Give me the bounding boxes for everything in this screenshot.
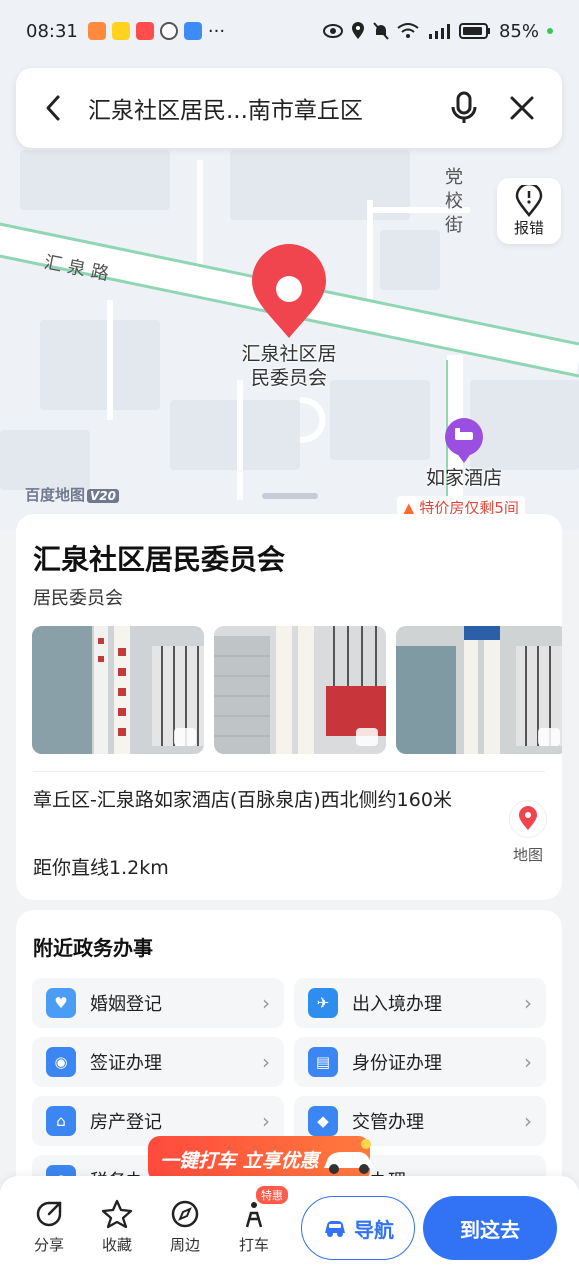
- taxi-discount-badge: 特惠: [256, 1186, 288, 1204]
- selected-place-label: 汇泉社区居 民委员会: [241, 343, 337, 389]
- notification-icons: ···: [87, 20, 226, 42]
- sheet-drag-handle[interactable]: [262, 493, 318, 499]
- car-icon: [324, 1139, 374, 1174]
- place-photo[interactable]: [396, 626, 562, 754]
- app-notification-icon: [159, 22, 178, 40]
- app-notification-icon: [87, 22, 106, 40]
- search-bar[interactable]: 汇泉社区居民...南市章丘区: [16, 68, 562, 148]
- nearby-button[interactable]: 周边: [155, 1196, 215, 1255]
- traffic-icon: ◆: [308, 1106, 338, 1136]
- service-exit-entry[interactable]: ✈ 出入境办理 ›: [294, 978, 546, 1028]
- map-logo-version: V20: [87, 489, 120, 503]
- battery-percent: 85%: [498, 20, 539, 42]
- app-notification-icon: [135, 22, 154, 40]
- status-bar: 08:31 ··· 85%: [0, 0, 579, 62]
- go-there-label: 到这去: [460, 1217, 520, 1242]
- taxi-label: 打车: [238, 1236, 269, 1254]
- house-icon: ⌂: [46, 1106, 76, 1136]
- taxi-promo-text: 一键打车 立享优惠: [160, 1149, 319, 1172]
- place-detail-card: 汇泉社区居民委员会 居民委员会 章丘区-汇泉路如家酒店(百脉泉店)西北侧约160…: [16, 514, 562, 900]
- service-label: 婚姻登记: [90, 994, 162, 1015]
- search-query[interactable]: 汇泉社区居民...南市章丘区: [88, 91, 424, 125]
- meituan-icon: [111, 22, 130, 40]
- share-icon: [36, 1201, 62, 1227]
- place-distance: 距你直线1.2km: [33, 857, 169, 879]
- image-icon: [538, 728, 560, 746]
- place-category: 居民委员会: [33, 588, 123, 609]
- service-label: 出入境办理: [352, 994, 442, 1015]
- chevron-right-icon: ›: [262, 1109, 270, 1133]
- id-card-icon: ▤: [308, 1047, 338, 1077]
- hotel-label[interactable]: 如家酒店: [410, 466, 518, 490]
- close-button[interactable]: [504, 90, 540, 126]
- share-label: 分享: [33, 1236, 64, 1254]
- star-icon: [101, 1199, 133, 1229]
- mute-bell-icon: [373, 22, 389, 40]
- report-error-button[interactable]: 报错: [497, 178, 561, 244]
- pin-report-icon: [515, 184, 543, 217]
- back-button[interactable]: [38, 93, 68, 123]
- close-icon: [510, 96, 534, 120]
- share-button[interactable]: 分享: [19, 1196, 79, 1255]
- arrow-left-icon: [46, 95, 60, 121]
- image-icon: [174, 728, 196, 746]
- battery-icon: [458, 23, 490, 39]
- chevron-right-icon: ›: [262, 1050, 270, 1074]
- heart-icon: ♥: [46, 988, 76, 1018]
- map-logo-text: 百度地图: [25, 486, 86, 504]
- service-label: 房产登记: [90, 1112, 162, 1133]
- favorite-label: 收藏: [101, 1236, 132, 1254]
- report-label: 报错: [513, 218, 544, 237]
- place-title: 汇泉社区居民委员会: [33, 543, 286, 576]
- service-label: 身份证办理: [352, 1053, 442, 1074]
- microphone-icon: [451, 91, 477, 123]
- chevron-right-icon: ›: [524, 1109, 532, 1133]
- status-right: 85%: [322, 20, 553, 42]
- service-id-card[interactable]: ▤ 身份证办理 ›: [294, 1037, 546, 1087]
- road-label-dangxiao: 党 校 街: [445, 167, 463, 236]
- airplane-icon: ✈: [308, 988, 338, 1018]
- charging-dot-icon: [547, 28, 553, 34]
- nearby-label: 周边: [169, 1236, 200, 1254]
- place-photo[interactable]: [32, 626, 204, 754]
- more-dots-icon: ···: [207, 20, 226, 42]
- globe-icon: ◉: [46, 1047, 76, 1077]
- chevron-right-icon: ›: [524, 1050, 532, 1074]
- service-label: 交管办理: [352, 1112, 424, 1133]
- view-on-map-button[interactable]: 地图: [506, 800, 550, 865]
- divider: [33, 771, 545, 772]
- compass-icon: [171, 1200, 199, 1228]
- chevron-right-icon: ›: [262, 991, 270, 1015]
- service-label: 签证办理: [90, 1053, 162, 1074]
- taxi-button[interactable]: 打车: [224, 1196, 284, 1255]
- section-title: 附近政务办事: [33, 936, 153, 960]
- map-pin-icon: [509, 800, 547, 838]
- navigate-label: 导航: [354, 1217, 394, 1242]
- place-photo[interactable]: [214, 626, 386, 754]
- status-time: 08:31: [26, 20, 78, 42]
- photo-gallery[interactable]: [32, 626, 562, 754]
- cellular-signal-icon: [428, 24, 450, 39]
- voice-search-button[interactable]: [446, 90, 482, 126]
- wifi-icon: [397, 23, 419, 38]
- app-notification-icon: [183, 22, 202, 40]
- location-icon: [351, 22, 364, 39]
- bottom-action-bar: 分享 收藏 周边 打车 特惠 导航 到这去: [0, 1176, 579, 1280]
- car-icon: [325, 1221, 345, 1237]
- map-logo: 百度地图 V20: [25, 484, 120, 505]
- service-visa[interactable]: ◉ 签证办理 ›: [32, 1037, 284, 1087]
- place-address: 章丘区-汇泉路如家酒店(百脉泉店)西北侧约160米: [33, 789, 452, 811]
- view-on-map-label: 地图: [512, 846, 543, 864]
- chevron-right-icon: ›: [524, 991, 532, 1015]
- image-icon: [356, 728, 378, 746]
- service-marriage-registration[interactable]: ♥ 婚姻登记 ›: [32, 978, 284, 1028]
- navigate-button[interactable]: 导航: [301, 1196, 415, 1260]
- go-there-button[interactable]: 到这去: [423, 1196, 557, 1260]
- favorite-button[interactable]: 收藏: [87, 1196, 147, 1255]
- eye-icon: [322, 24, 343, 38]
